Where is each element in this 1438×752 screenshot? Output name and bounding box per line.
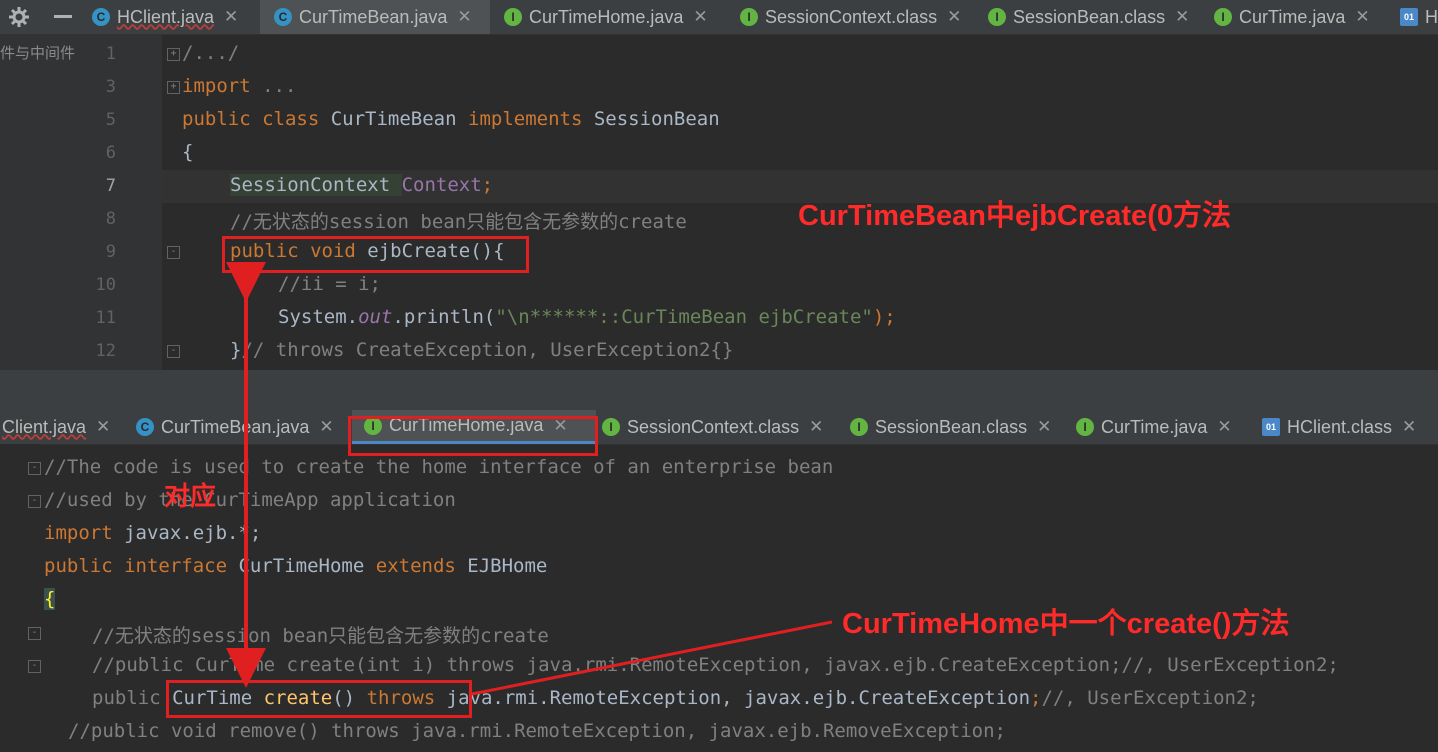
annotation-arrows bbox=[226, 262, 833, 696]
bottom-annotation-pointer bbox=[471, 620, 833, 696]
